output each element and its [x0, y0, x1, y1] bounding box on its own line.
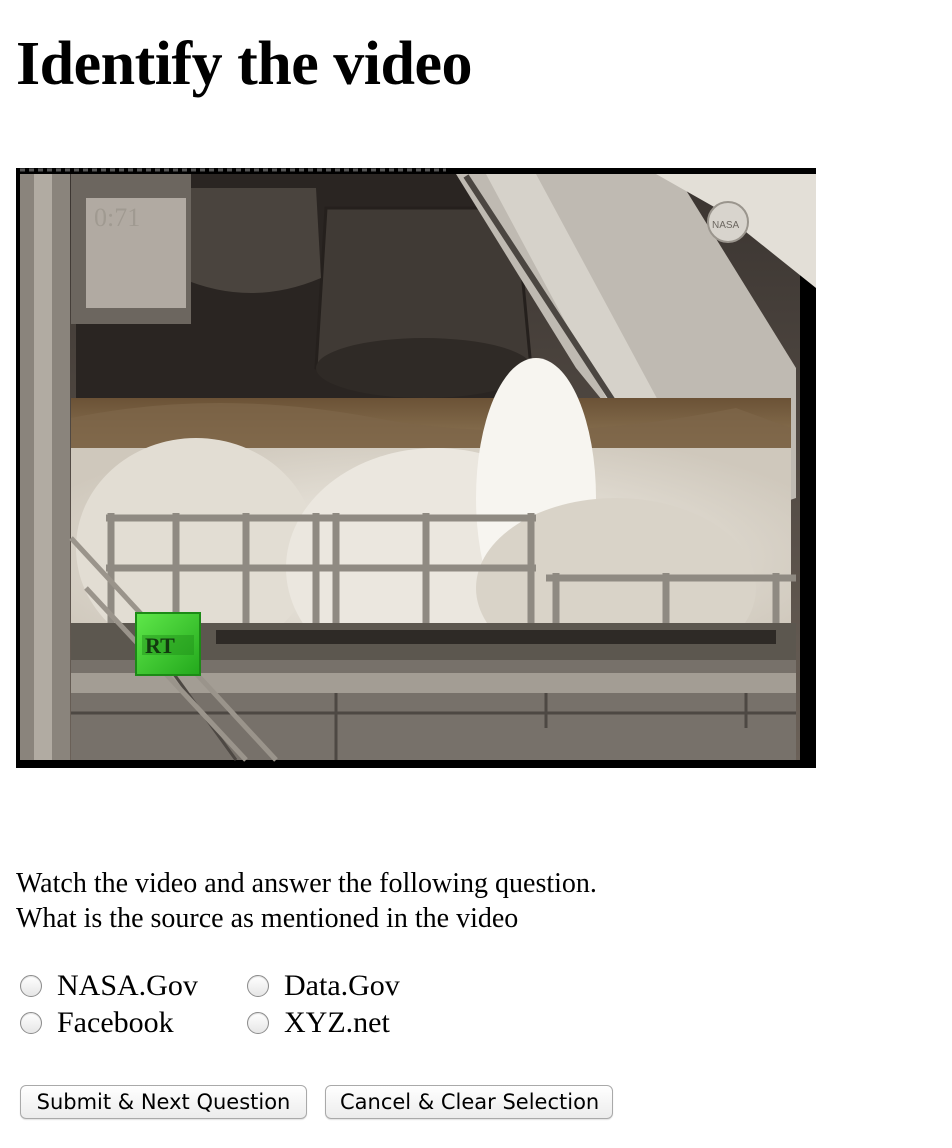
video-overlay-text: 0:71 — [94, 203, 140, 232]
question-block: Watch the video and answer the following… — [16, 866, 597, 936]
option-nasa-gov-label: NASA.Gov — [57, 969, 198, 1002]
question-instruction: Watch the video and answer the following… — [16, 868, 597, 899]
option-facebook-label: Facebook — [57, 1006, 174, 1039]
question-prompt: What is the source as mentioned in the v… — [16, 903, 519, 934]
option-data-gov-radio[interactable] — [247, 975, 269, 997]
option-nasa-gov[interactable]: NASA.Gov — [16, 968, 198, 1004]
video-player[interactable]: 0:71 NASA RT — [16, 168, 816, 768]
option-data-gov[interactable]: Data.Gov — [243, 968, 400, 1004]
rt-logo-text: RT — [145, 633, 175, 658]
submit-next-button[interactable]: Submit & Next Question — [20, 1085, 307, 1119]
option-data-gov-label: Data.Gov — [284, 969, 400, 1002]
rt-logo-icon: RT — [135, 612, 201, 676]
option-xyz-net-label: XYZ.net — [284, 1006, 390, 1039]
video-frame: 0:71 NASA RT — [20, 168, 816, 762]
option-facebook-radio[interactable] — [20, 1012, 42, 1034]
option-nasa-gov-radio[interactable] — [20, 975, 42, 997]
option-xyz-net[interactable]: XYZ.net — [243, 1005, 390, 1041]
option-facebook[interactable]: Facebook — [16, 1005, 174, 1041]
nasa-logo-text: NASA — [712, 220, 740, 231]
page-title: Identify the video — [16, 30, 473, 98]
option-xyz-net-radio[interactable] — [247, 1012, 269, 1034]
cancel-clear-button[interactable]: Cancel & Clear Selection — [325, 1085, 613, 1119]
